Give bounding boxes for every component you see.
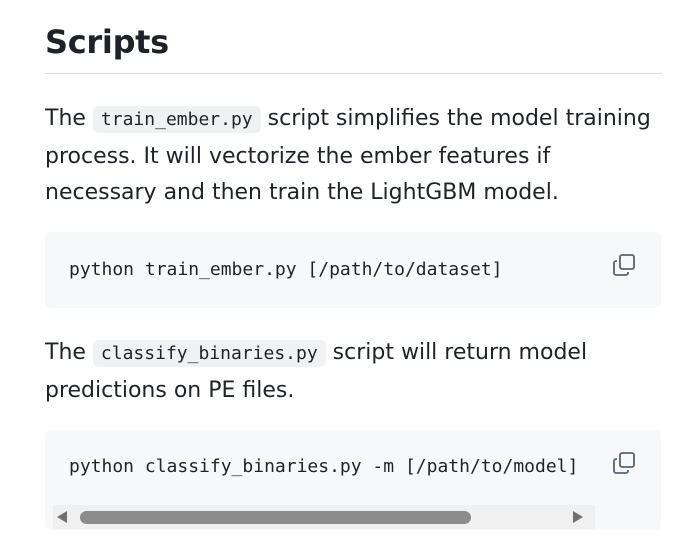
- copy-icon: [613, 452, 635, 474]
- copy-button-classify[interactable]: [611, 450, 637, 476]
- classify-command: python classify_binaries.py -m [/path/to…: [69, 456, 579, 477]
- scrollbar-thumb[interactable]: [80, 511, 471, 524]
- copy-button-train[interactable]: [611, 252, 637, 278]
- section-heading: Scripts: [45, 23, 169, 61]
- inline-code-classify-binaries: classify_binaries.py: [92, 340, 326, 367]
- classify-description: The classify_binaries.py script will ret…: [45, 335, 655, 409]
- scroll-right-arrow-icon[interactable]: [573, 511, 583, 523]
- inline-code-train-ember: train_ember.py: [92, 106, 261, 133]
- scroll-left-arrow-icon[interactable]: [57, 511, 67, 523]
- train-command: python train_ember.py [/path/to/dataset]: [69, 259, 503, 280]
- code-block-classify: python classify_binaries.py -m [/path/to…: [45, 430, 661, 530]
- classify-description-lead: The: [45, 340, 93, 365]
- horizontal-scrollbar[interactable]: [53, 505, 595, 529]
- heading-divider: [45, 73, 662, 74]
- train-description-lead: The: [45, 106, 93, 131]
- copy-icon: [613, 254, 635, 276]
- code-block-train: python train_ember.py [/path/to/dataset]: [45, 232, 661, 308]
- train-description: The train_ember.py script simplifies the…: [45, 101, 655, 212]
